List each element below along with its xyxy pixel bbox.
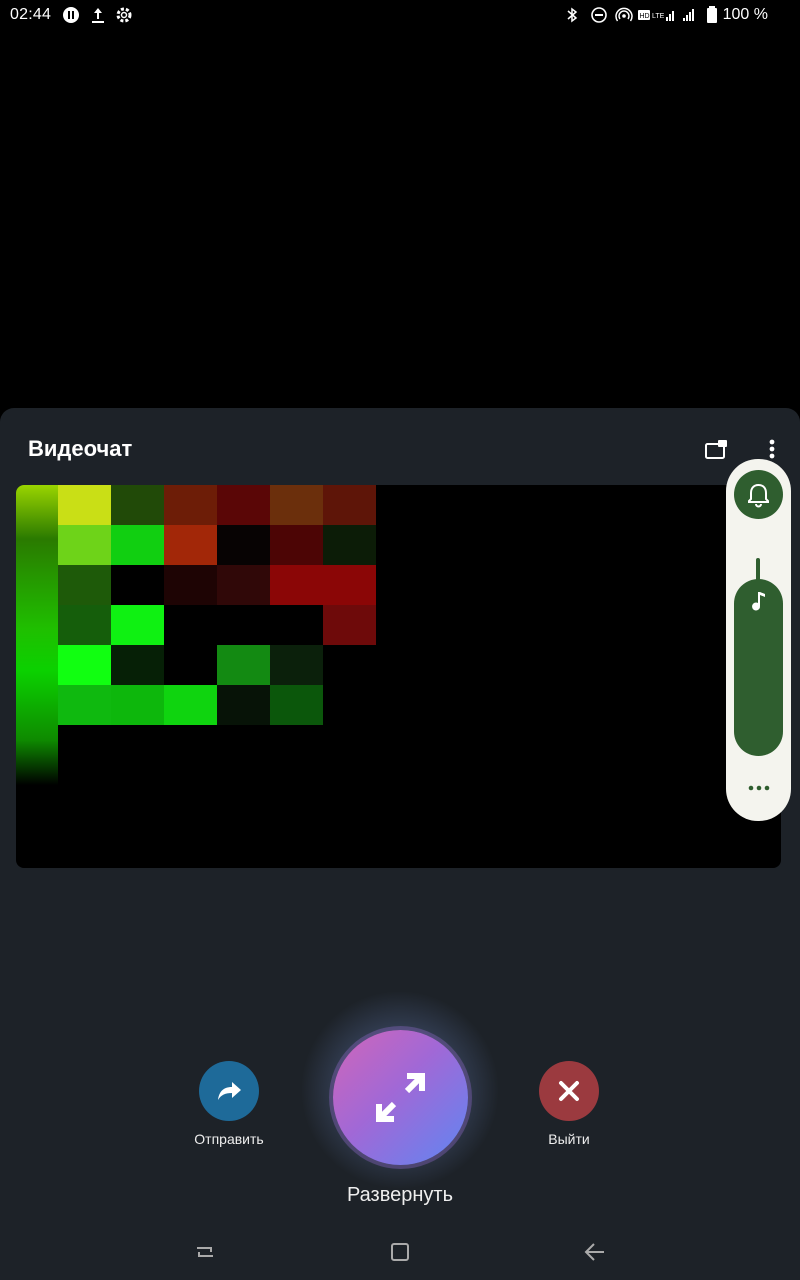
status-bar: 02:44 HD LTE 100 %	[0, 0, 800, 30]
video-pixel	[270, 645, 323, 685]
exit-button[interactable]	[539, 1061, 599, 1121]
back-icon[interactable]	[582, 1240, 608, 1264]
pause-circle-icon	[63, 7, 79, 23]
video-pixel	[164, 685, 217, 725]
video-pixel	[323, 525, 376, 565]
ringer-button[interactable]	[734, 470, 783, 519]
close-icon	[559, 1081, 579, 1101]
home-icon[interactable]	[387, 1240, 413, 1264]
video-pixel	[270, 685, 323, 725]
recent-apps-icon[interactable]	[192, 1240, 218, 1264]
battery-icon	[707, 6, 717, 23]
video-pixel	[164, 605, 217, 645]
more-horizontal-icon[interactable]	[744, 777, 774, 799]
video-pixel	[270, 485, 323, 525]
video-level-bar	[16, 485, 58, 785]
video-pixel	[164, 525, 217, 565]
video-pixel	[111, 565, 164, 605]
video-pixel	[58, 485, 111, 525]
bluetooth-icon	[567, 7, 578, 23]
video-pixel	[323, 485, 376, 525]
expand-label: Развернуть	[346, 1184, 453, 1206]
video-pixel	[217, 525, 270, 565]
video-pixel	[217, 685, 270, 725]
video-pixel	[111, 605, 164, 645]
video-pixel	[217, 565, 270, 605]
video-pixel	[164, 645, 217, 685]
volume-panel	[726, 459, 791, 821]
upload-icon	[92, 8, 104, 23]
svg-text:LTE: LTE	[652, 13, 665, 20]
video-pixel	[111, 685, 164, 725]
video-pixel	[323, 605, 376, 645]
video-pixel	[58, 565, 111, 605]
exit-label: Выйти	[548, 1131, 590, 1147]
svg-text:HD: HD	[640, 13, 650, 20]
video-pixel	[323, 685, 376, 725]
video-pixel	[164, 485, 217, 525]
video-pixel	[58, 525, 111, 565]
gear-icon	[116, 7, 132, 23]
hotspot-icon	[615, 7, 633, 22]
do-not-disturb-icon	[591, 7, 607, 23]
expand-button[interactable]	[333, 1030, 468, 1165]
video-pixel	[58, 685, 111, 725]
share-label: Отправить	[194, 1131, 264, 1147]
video-pixel	[217, 485, 270, 525]
media-volume-slider[interactable]	[734, 579, 783, 756]
video-pixel	[111, 485, 164, 525]
share-button[interactable]	[199, 1061, 259, 1121]
video-pixel	[111, 525, 164, 565]
video-preview[interactable]	[16, 485, 781, 868]
video-pixel	[58, 605, 111, 645]
video-pixel	[270, 525, 323, 565]
status-time: 02:44	[10, 6, 52, 23]
picture-in-picture-icon[interactable]	[700, 434, 732, 466]
video-pixel	[323, 565, 376, 605]
music-note-icon	[752, 592, 765, 611]
video-pixel	[164, 565, 217, 605]
video-pixel	[270, 565, 323, 605]
video-pixel	[323, 645, 376, 685]
bell-icon	[748, 483, 769, 508]
video-pixel	[217, 645, 270, 685]
video-pixel	[111, 645, 164, 685]
expand-arrows-icon	[376, 1073, 425, 1122]
video-pixel	[58, 645, 111, 685]
battery-percent: 100 %	[722, 6, 768, 23]
share-arrow-icon	[218, 1082, 241, 1100]
hd-lte-signal-icon: HD LTE	[638, 9, 694, 21]
sheet-title: Видеочат	[28, 436, 133, 461]
video-pixel	[270, 605, 323, 645]
video-pixel	[217, 605, 270, 645]
